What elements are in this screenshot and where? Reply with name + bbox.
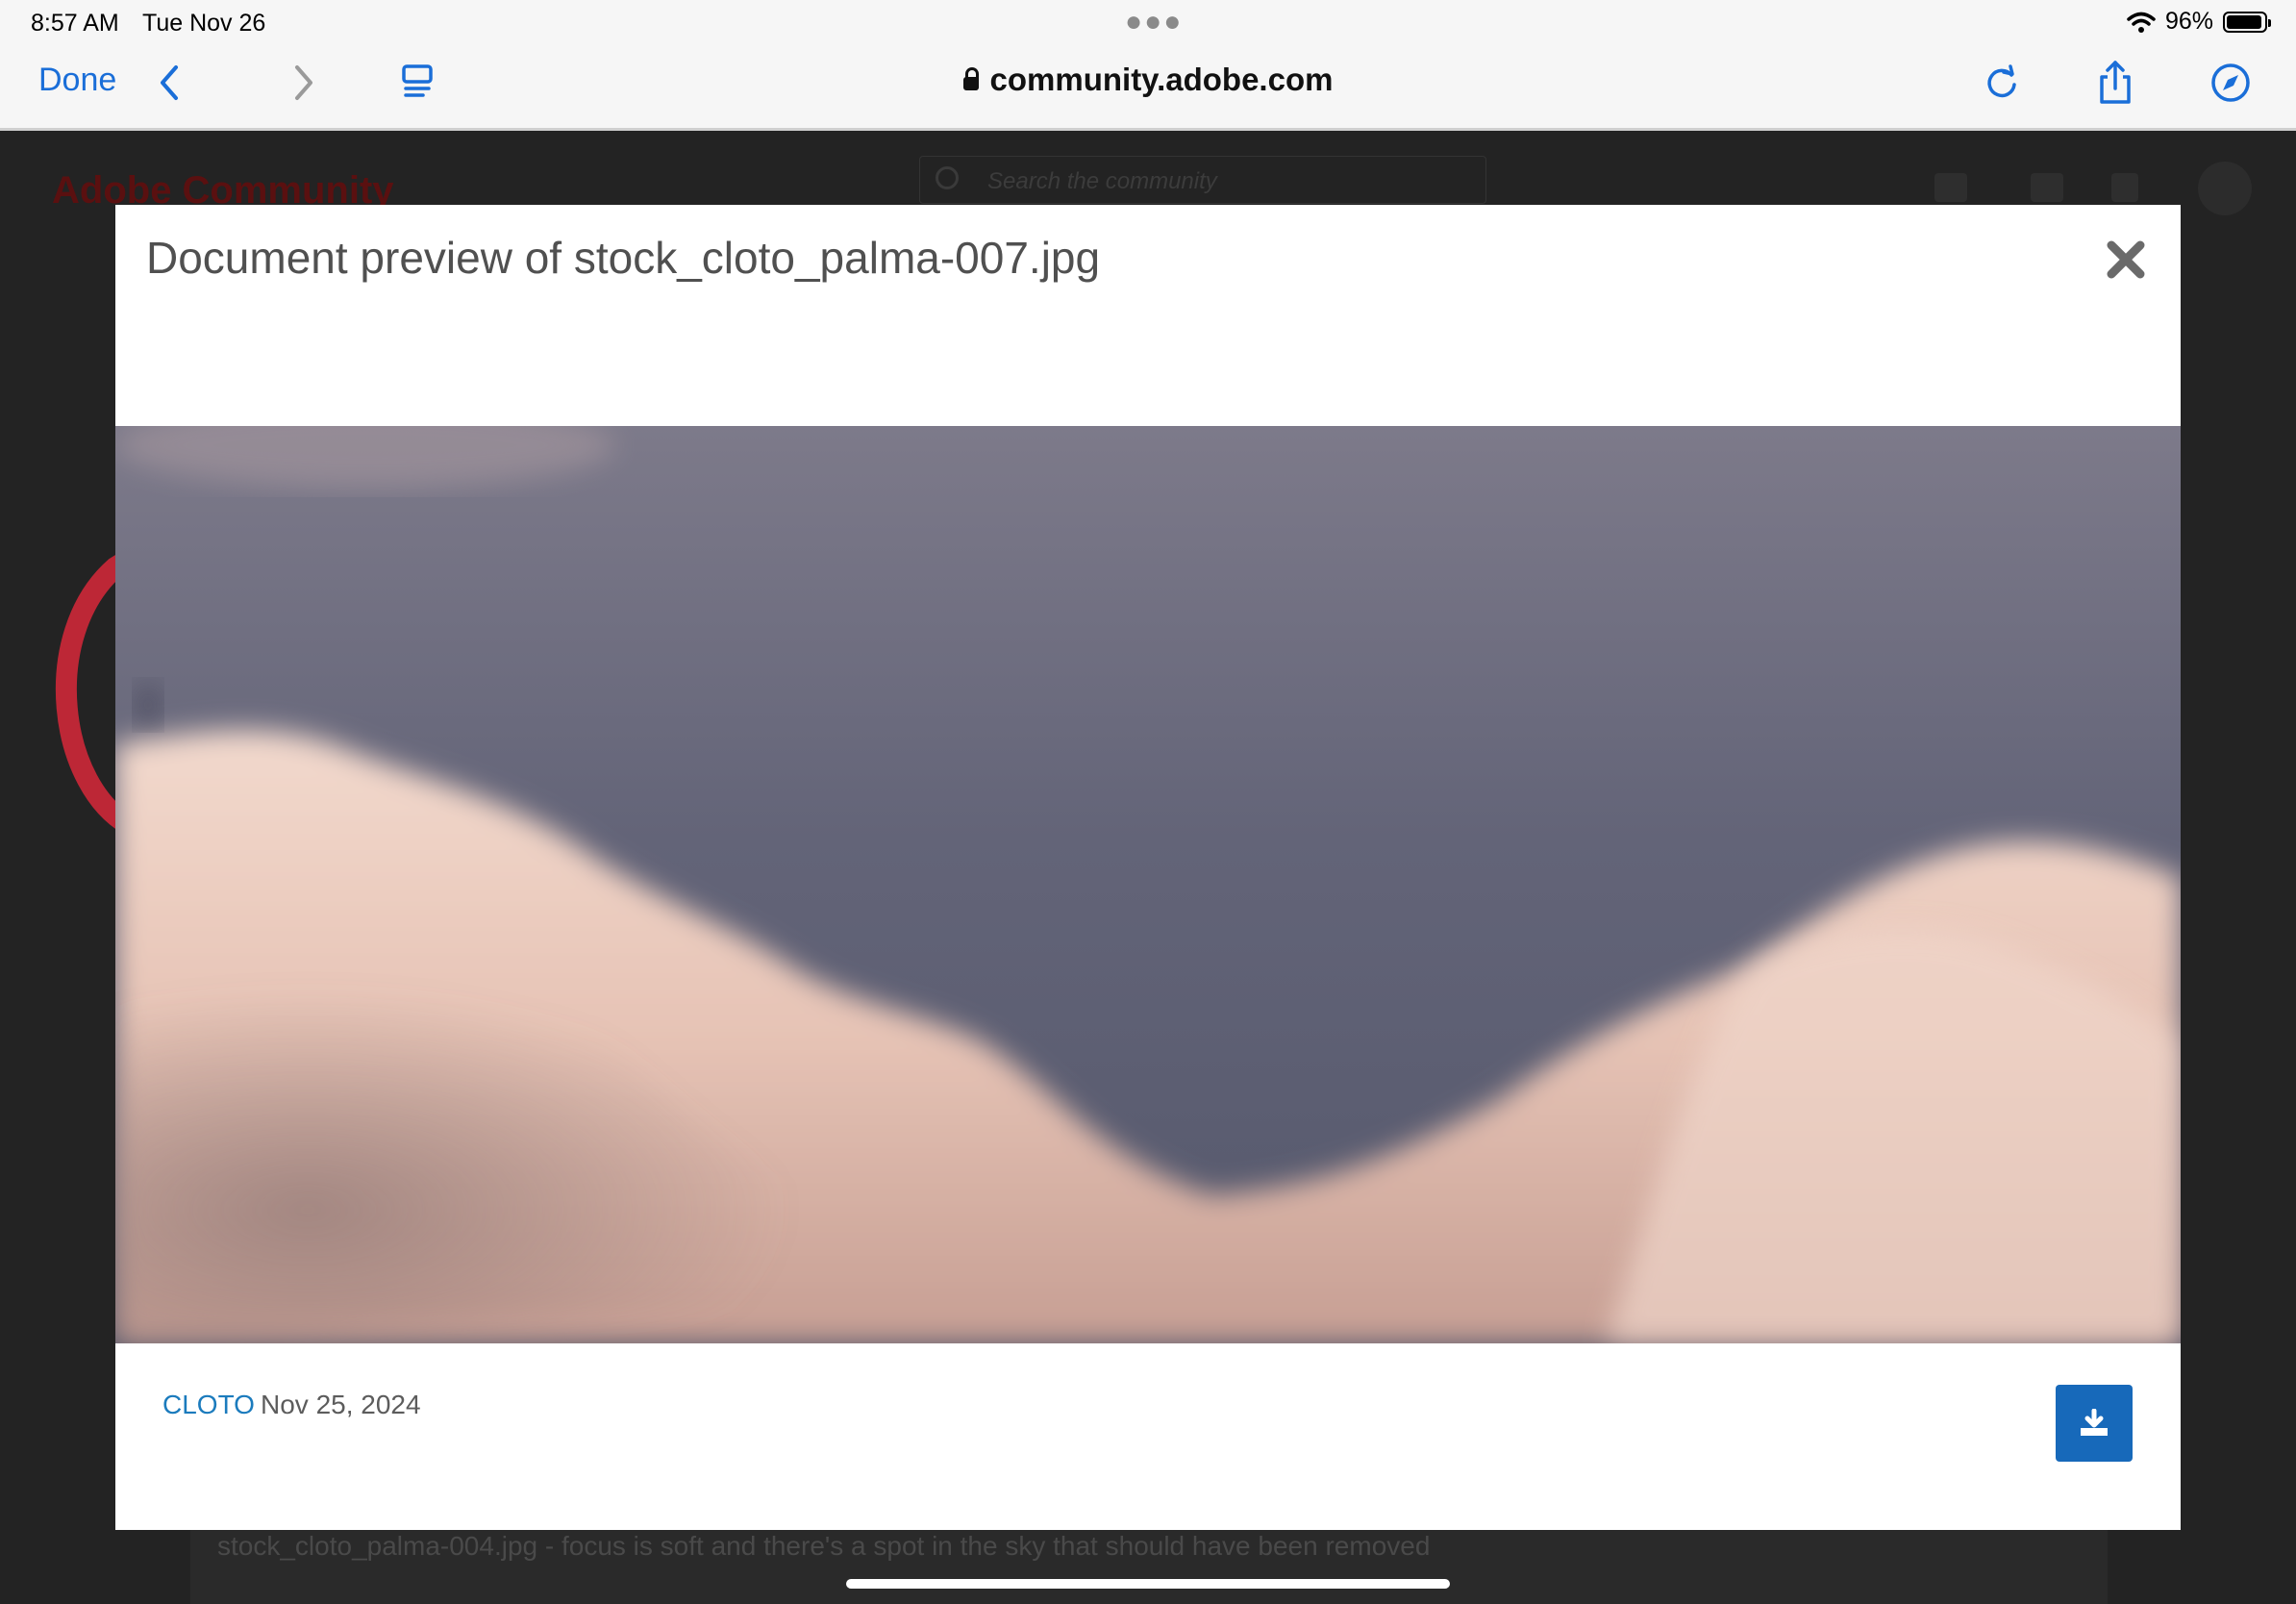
download-button[interactable] [2056, 1385, 2133, 1462]
modal-title: Document preview of stock_cloto_palma-00… [146, 233, 1101, 283]
image-preview [115, 426, 2181, 1343]
close-button[interactable] [2104, 238, 2148, 282]
clouds-photo [115, 426, 2181, 1343]
download-icon [2081, 1409, 2108, 1436]
post-date: Nov 25, 2024 [261, 1390, 421, 1419]
modal-footer: CLOTO Nov 25, 2024 [115, 1343, 2181, 1530]
close-icon[interactable] [2104, 238, 2148, 282]
author-link[interactable]: CLOTO [162, 1390, 255, 1420]
home-indicator[interactable] [846, 1579, 1450, 1589]
document-preview-modal: Document preview of stock_cloto_palma-00… [115, 205, 2181, 1530]
